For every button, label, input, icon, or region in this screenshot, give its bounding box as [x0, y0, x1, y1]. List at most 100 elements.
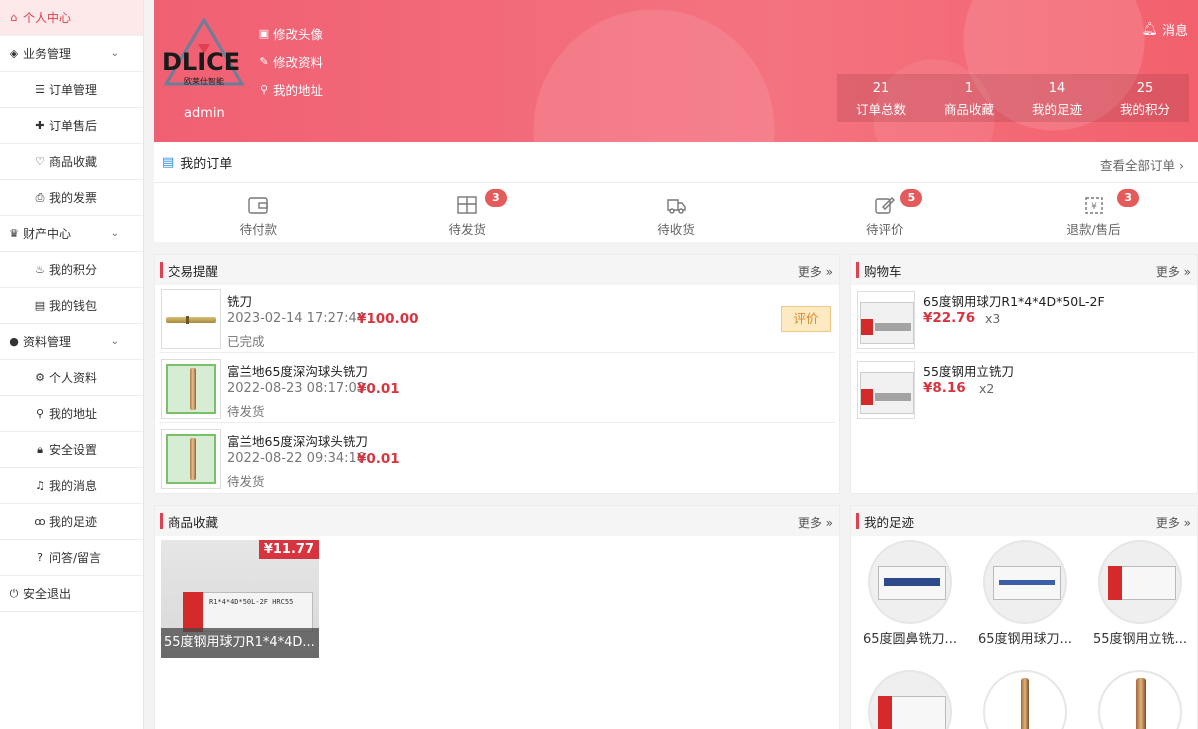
product-name: 富兰地65度深沟球头铣刀	[227, 364, 368, 379]
trade-row[interactable]: 铣刀 2023-02-14 17:27:44 ¥100.00 已完成 评价	[159, 285, 835, 353]
cart-row[interactable]: 55度钢用立铣刀 ¥8.16 x2	[855, 355, 1195, 423]
sidebar-item-label: 我的积分	[49, 263, 98, 277]
order-status-pending-review[interactable]: 待评价 5	[780, 183, 989, 241]
favorites-panel: 商品收藏 更多 » R1*4*4D*50L-2F HRC55 ¥11.77 55…	[154, 505, 840, 729]
more-label: 更多	[1155, 265, 1180, 279]
fire-icon: ♨	[35, 263, 45, 276]
sidebar-item-business[interactable]: ◈ 业务管理 ⌄	[0, 36, 143, 72]
more-link[interactable]: 更多 »	[1156, 263, 1191, 280]
sidebar-item-assets[interactable]: ♛ 财产中心 ⌄	[0, 216, 143, 252]
my-address-link[interactable]: ⚲ 我的地址	[258, 80, 323, 99]
location-icon: ⚲	[259, 83, 269, 96]
more-link[interactable]: 更多 »	[798, 263, 833, 280]
order-status: 待发货	[227, 474, 265, 489]
product-price: ¥11.77	[258, 540, 319, 559]
sidebar-item-label: 个人资料	[49, 371, 98, 385]
stat-label: 我的足迹	[1031, 102, 1082, 117]
footprint-label: 65度圆鼻铣刀...	[863, 632, 957, 647]
order-status-pending-payment[interactable]: 待付款	[154, 183, 363, 241]
messages-link[interactable]: 🔔︎ 消息	[1141, 20, 1188, 39]
product-thumbnail	[857, 361, 915, 419]
location-icon: ⚲	[35, 407, 45, 420]
order-status-refund[interactable]: ¥ 退款/售后 3	[989, 183, 1198, 241]
sidebar-item-address[interactable]: ⚲ 我的地址	[0, 396, 143, 432]
footprint-item[interactable]	[855, 670, 965, 729]
trade-row[interactable]: 富兰地65度深沟球头铣刀 2022-08-23 08:17:03 ¥0.01 待…	[159, 355, 835, 423]
sidebar-item-label: 业务管理	[23, 47, 72, 61]
sidebar-item-qa[interactable]: ? 问答/留言	[0, 540, 143, 576]
footprints-header: 我的足迹 更多 »	[851, 506, 1197, 536]
edit-profile-link[interactable]: ✎ 修改资料	[258, 52, 323, 71]
order-status-label: 待评价	[866, 222, 904, 237]
footprint-item[interactable]: 55度钢用立铣...	[1085, 540, 1195, 647]
review-button[interactable]: 评价	[781, 306, 831, 332]
footprint-item[interactable]	[1085, 670, 1195, 729]
view-all-orders-link[interactable]: 查看全部订单 ›	[1100, 155, 1184, 174]
sidebar-item-label: 我的发票	[49, 191, 98, 205]
product-thumbnail	[161, 429, 221, 489]
sidebar-item-points[interactable]: ♨ 我的积分	[0, 252, 143, 288]
question-icon: ?	[37, 551, 43, 564]
sidebar-item-favorites[interactable]: ♡ 商品收藏	[0, 144, 143, 180]
panel-title: 商品收藏	[168, 514, 219, 530]
favorites-header: 商品收藏 更多 »	[155, 506, 839, 536]
order-status: 待发货	[227, 404, 265, 419]
sidebar-item-profile-management[interactable]: ● 资料管理 ⌄	[0, 324, 143, 360]
sidebar-item-security[interactable]: 🔒︎ 安全设置	[0, 432, 143, 468]
product-image	[983, 540, 1067, 624]
home-icon: ⌂	[10, 11, 18, 24]
more-link[interactable]: 更多 »	[1156, 514, 1191, 531]
sidebar-item-wallet[interactable]: ▤ 我的钱包	[0, 288, 143, 324]
stat-footprints[interactable]: 14 我的足迹	[1013, 74, 1101, 122]
favorite-product-card[interactable]: R1*4*4D*50L-2F HRC55 ¥11.77 55度钢用球刀R1*4*…	[161, 540, 319, 658]
sidebar-item-logout[interactable]: ⏻ 安全退出	[0, 576, 143, 612]
sidebar-item-label: 个人中心	[23, 11, 72, 25]
view-all-orders-label: 查看全部订单	[1100, 158, 1176, 173]
sidebar-item-orders[interactable]: ☰ 订单管理	[0, 72, 143, 108]
more-label: 更多	[797, 265, 822, 279]
order-status-pending-receipt[interactable]: 待收货	[572, 183, 781, 241]
panel-title: 交易提醒	[168, 263, 219, 279]
stat-points[interactable]: 25 我的积分	[1101, 74, 1189, 122]
footprint-icon: ꝏ	[34, 515, 46, 528]
sidebar-item-label: 我的足迹	[49, 515, 98, 529]
edit-avatar-link[interactable]: ▣ 修改头像	[258, 24, 323, 43]
sidebar-item-personal-info[interactable]: ⚙ 个人资料	[0, 360, 143, 396]
product-box-label: R1*4*4D*50L-2F HRC55	[209, 598, 294, 606]
sidebar-item-after-sales[interactable]: ✚ 订单售后	[0, 108, 143, 144]
chevron-down-icon: ⌄	[110, 48, 119, 59]
sidebar-item-messages[interactable]: ♫ 我的消息	[0, 468, 143, 504]
messages-label: 消息	[1161, 24, 1188, 39]
sidebar-item-invoices[interactable]: ⎙ 我的发票	[0, 180, 143, 216]
count-badge: 5	[900, 189, 923, 207]
sidebar-item-personal-center[interactable]: ⌂ 个人中心	[0, 0, 143, 36]
bell-icon: ♫	[35, 479, 45, 492]
more-link[interactable]: 更多 »	[798, 514, 833, 531]
stat-number: 21	[872, 81, 890, 96]
cart-row[interactable]: 65度钢用球刀R1*4*4D*50L-2F ¥22.76 x3	[855, 285, 1195, 353]
logo-text: DLICE	[162, 48, 241, 76]
user-icon: ●	[9, 335, 19, 348]
sidebar-item-label: 安全退出	[23, 587, 72, 601]
footprint-item[interactable]: 65度钢用球刀...	[970, 540, 1080, 647]
sidebar-item-footprints[interactable]: ꝏ 我的足迹	[0, 504, 143, 540]
footprint-item[interactable]: 65度圆鼻铣刀...	[855, 540, 965, 647]
footprint-item[interactable]	[970, 670, 1080, 729]
stat-orders[interactable]: 21 订单总数	[837, 74, 925, 122]
order-status-pending-shipment[interactable]: 待发货 3	[363, 183, 572, 241]
bell-icon: 🔔︎	[1141, 22, 1158, 37]
order-status: 已完成	[227, 334, 265, 349]
sidebar-item-label: 我的消息	[49, 479, 98, 493]
order-status-label: 退款/售后	[1066, 222, 1121, 237]
order-price: ¥100.00	[357, 311, 419, 327]
printer-icon: ⎙	[35, 190, 45, 204]
sidebar-item-label: 财产中心	[23, 227, 72, 241]
power-icon: ⏻	[9, 586, 19, 600]
stat-label: 商品收藏	[943, 102, 994, 117]
stat-favorites[interactable]: 1 商品收藏	[925, 74, 1013, 122]
order-date: 2023-02-14 17:27:44	[227, 311, 366, 326]
stats-bar: 21 订单总数 1 商品收藏 14 我的足迹 25 我的积分	[837, 74, 1189, 122]
trade-row[interactable]: 富兰地65度深沟球头铣刀 2022-08-22 09:34:16 ¥0.01 待…	[159, 425, 835, 493]
stat-number: 1	[964, 81, 974, 96]
edit-icon: ✎	[259, 55, 269, 68]
